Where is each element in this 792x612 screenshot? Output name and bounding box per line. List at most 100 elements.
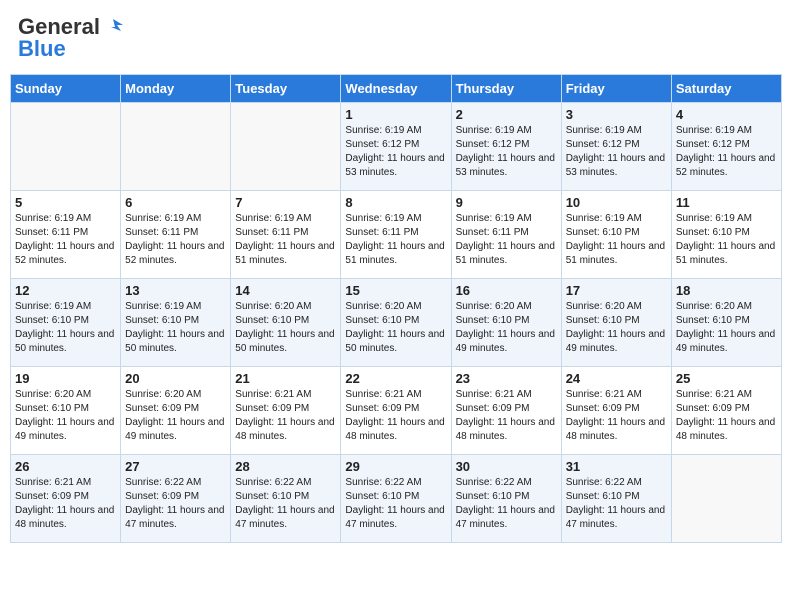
day-info: Sunrise: 6:21 AM Sunset: 6:09 PM Dayligh… [566, 388, 667, 444]
weekday-header-saturday: Saturday [671, 75, 781, 103]
weekday-header-sunday: Sunday [11, 75, 121, 103]
calendar-cell: 22 Sunrise: 6:21 AM Sunset: 6:09 PM Dayli… [341, 367, 451, 455]
calendar-cell: 9Sunrise: 6:19 AM Sunset: 6:11 PM Daylig… [451, 191, 561, 279]
day-info: Sunrise: 6:19 AM Sunset: 6:11 PM Dayligh… [125, 212, 226, 268]
day-number: 3 [566, 107, 667, 122]
calendar-table: SundayMondayTuesdayWednesdayThursdayFrid… [10, 74, 782, 543]
day-number: 23 [456, 371, 557, 386]
day-number: 14 [235, 283, 336, 298]
day-info: Sunrise: 6:19 AM Sunset: 6:12 PM Dayligh… [456, 124, 557, 180]
day-number: 4 [676, 107, 777, 122]
day-number: 31 [566, 459, 667, 474]
calendar-cell: 11 Sunrise: 6:19 AM Sunset: 6:10 PM Dayli… [671, 191, 781, 279]
day-number: 15 [345, 283, 446, 298]
weekday-header-row: SundayMondayTuesdayWednesdayThursdayFrid… [11, 75, 782, 103]
day-info: Sunrise: 6:19 AM Sunset: 6:11 PM Dayligh… [345, 212, 446, 268]
day-info: Sunrise: 6:22 AM Sunset: 6:10 PM Dayligh… [235, 476, 336, 532]
day-info: Sunrise: 6:21 AM Sunset: 6:09 PM Dayligh… [345, 388, 446, 444]
day-info: Sunrise: 6:19 AM Sunset: 6:12 PM Dayligh… [676, 124, 777, 180]
weekday-header-monday: Monday [121, 75, 231, 103]
weekday-header-friday: Friday [561, 75, 671, 103]
day-info: Sunrise: 6:21 AM Sunset: 6:09 PM Dayligh… [15, 476, 116, 532]
calendar-cell: 3 Sunrise: 6:19 AM Sunset: 6:12 PM Daylig… [561, 103, 671, 191]
day-number: 1 [345, 107, 446, 122]
calendar-cell: 5Sunrise: 6:19 AM Sunset: 6:11 PM Daylig… [11, 191, 121, 279]
day-number: 16 [456, 283, 557, 298]
day-info: Sunrise: 6:19 AM Sunset: 6:12 PM Dayligh… [566, 124, 667, 180]
calendar-cell: 28Sunrise: 6:22 AM Sunset: 6:10 PM Dayli… [231, 455, 341, 543]
calendar-cell: 27 Sunrise: 6:22 AM Sunset: 6:09 PM Dayli… [121, 455, 231, 543]
calendar-cell: 21Sunrise: 6:21 AM Sunset: 6:09 PM Dayli… [231, 367, 341, 455]
calendar-cell: 14Sunrise: 6:20 AM Sunset: 6:10 PM Dayli… [231, 279, 341, 367]
calendar-cell: 13 Sunrise: 6:19 AM Sunset: 6:10 PM Dayli… [121, 279, 231, 367]
day-info: Sunrise: 6:20 AM Sunset: 6:10 PM Dayligh… [456, 300, 557, 356]
day-number: 11 [676, 195, 777, 210]
day-number: 22 [345, 371, 446, 386]
day-number: 17 [566, 283, 667, 298]
day-info: Sunrise: 6:20 AM Sunset: 6:10 PM Dayligh… [15, 388, 116, 444]
calendar-cell: 30 Sunrise: 6:22 AM Sunset: 6:10 PM Dayli… [451, 455, 561, 543]
day-number: 2 [456, 107, 557, 122]
calendar-week-row: 12 Sunrise: 6:19 AM Sunset: 6:10 PM Dayli… [11, 279, 782, 367]
calendar-cell: 16 Sunrise: 6:20 AM Sunset: 6:10 PM Dayli… [451, 279, 561, 367]
day-info: Sunrise: 6:19 AM Sunset: 6:12 PM Dayligh… [345, 124, 446, 180]
day-info: Sunrise: 6:19 AM Sunset: 6:10 PM Dayligh… [125, 300, 226, 356]
day-info: Sunrise: 6:20 AM Sunset: 6:10 PM Dayligh… [345, 300, 446, 356]
calendar-cell: 18 Sunrise: 6:20 AM Sunset: 6:10 PM Dayli… [671, 279, 781, 367]
weekday-header-thursday: Thursday [451, 75, 561, 103]
calendar-cell: 24 Sunrise: 6:21 AM Sunset: 6:09 PM Dayli… [561, 367, 671, 455]
day-info: Sunrise: 6:19 AM Sunset: 6:10 PM Dayligh… [676, 212, 777, 268]
calendar-cell [231, 103, 341, 191]
day-number: 19 [15, 371, 116, 386]
day-number: 21 [235, 371, 336, 386]
day-number: 8 [345, 195, 446, 210]
day-info: Sunrise: 6:19 AM Sunset: 6:10 PM Dayligh… [15, 300, 116, 356]
day-info: Sunrise: 6:19 AM Sunset: 6:11 PM Dayligh… [456, 212, 557, 268]
page-header: General Blue [10, 10, 782, 66]
calendar-week-row: 1 Sunrise: 6:19 AM Sunset: 6:12 PM Daylig… [11, 103, 782, 191]
day-number: 24 [566, 371, 667, 386]
day-number: 6 [125, 195, 226, 210]
day-info: Sunrise: 6:22 AM Sunset: 6:10 PM Dayligh… [456, 476, 557, 532]
day-info: Sunrise: 6:20 AM Sunset: 6:10 PM Dayligh… [676, 300, 777, 356]
calendar-cell: 25Sunrise: 6:21 AM Sunset: 6:09 PM Dayli… [671, 367, 781, 455]
day-number: 30 [456, 459, 557, 474]
day-number: 29 [345, 459, 446, 474]
day-number: 26 [15, 459, 116, 474]
calendar-cell: 12 Sunrise: 6:19 AM Sunset: 6:10 PM Dayli… [11, 279, 121, 367]
calendar-cell: 10Sunrise: 6:19 AM Sunset: 6:10 PM Dayli… [561, 191, 671, 279]
day-number: 10 [566, 195, 667, 210]
logo-blue-text: Blue [18, 36, 66, 62]
calendar-cell: 19 Sunrise: 6:20 AM Sunset: 6:10 PM Dayli… [11, 367, 121, 455]
calendar-cell [671, 455, 781, 543]
calendar-cell: 15 Sunrise: 6:20 AM Sunset: 6:10 PM Dayli… [341, 279, 451, 367]
day-info: Sunrise: 6:20 AM Sunset: 6:09 PM Dayligh… [125, 388, 226, 444]
weekday-header-wednesday: Wednesday [341, 75, 451, 103]
calendar-cell: 20Sunrise: 6:20 AM Sunset: 6:09 PM Dayli… [121, 367, 231, 455]
day-info: Sunrise: 6:21 AM Sunset: 6:09 PM Dayligh… [456, 388, 557, 444]
calendar-cell: 2 Sunrise: 6:19 AM Sunset: 6:12 PM Daylig… [451, 103, 561, 191]
calendar-cell: 23 Sunrise: 6:21 AM Sunset: 6:09 PM Dayli… [451, 367, 561, 455]
calendar-cell: 31Sunrise: 6:22 AM Sunset: 6:10 PM Dayli… [561, 455, 671, 543]
calendar-week-row: 19 Sunrise: 6:20 AM Sunset: 6:10 PM Dayli… [11, 367, 782, 455]
calendar-week-row: 5Sunrise: 6:19 AM Sunset: 6:11 PM Daylig… [11, 191, 782, 279]
calendar-cell: 8 Sunrise: 6:19 AM Sunset: 6:11 PM Daylig… [341, 191, 451, 279]
day-info: Sunrise: 6:19 AM Sunset: 6:11 PM Dayligh… [235, 212, 336, 268]
day-info: Sunrise: 6:20 AM Sunset: 6:10 PM Dayligh… [566, 300, 667, 356]
day-info: Sunrise: 6:22 AM Sunset: 6:09 PM Dayligh… [125, 476, 226, 532]
calendar-cell: 17 Sunrise: 6:20 AM Sunset: 6:10 PM Dayli… [561, 279, 671, 367]
day-number: 13 [125, 283, 226, 298]
day-info: Sunrise: 6:21 AM Sunset: 6:09 PM Dayligh… [676, 388, 777, 444]
calendar-cell: 29Sunrise: 6:22 AM Sunset: 6:10 PM Dayli… [341, 455, 451, 543]
calendar-cell: 6 Sunrise: 6:19 AM Sunset: 6:11 PM Daylig… [121, 191, 231, 279]
day-number: 18 [676, 283, 777, 298]
weekday-header-tuesday: Tuesday [231, 75, 341, 103]
calendar-week-row: 26 Sunrise: 6:21 AM Sunset: 6:09 PM Dayli… [11, 455, 782, 543]
logo: General Blue [18, 14, 125, 62]
day-number: 27 [125, 459, 226, 474]
logo-bird-icon [103, 17, 125, 37]
calendar-cell: 26 Sunrise: 6:21 AM Sunset: 6:09 PM Dayli… [11, 455, 121, 543]
calendar-cell: 7Sunrise: 6:19 AM Sunset: 6:11 PM Daylig… [231, 191, 341, 279]
day-number: 12 [15, 283, 116, 298]
calendar-cell [11, 103, 121, 191]
